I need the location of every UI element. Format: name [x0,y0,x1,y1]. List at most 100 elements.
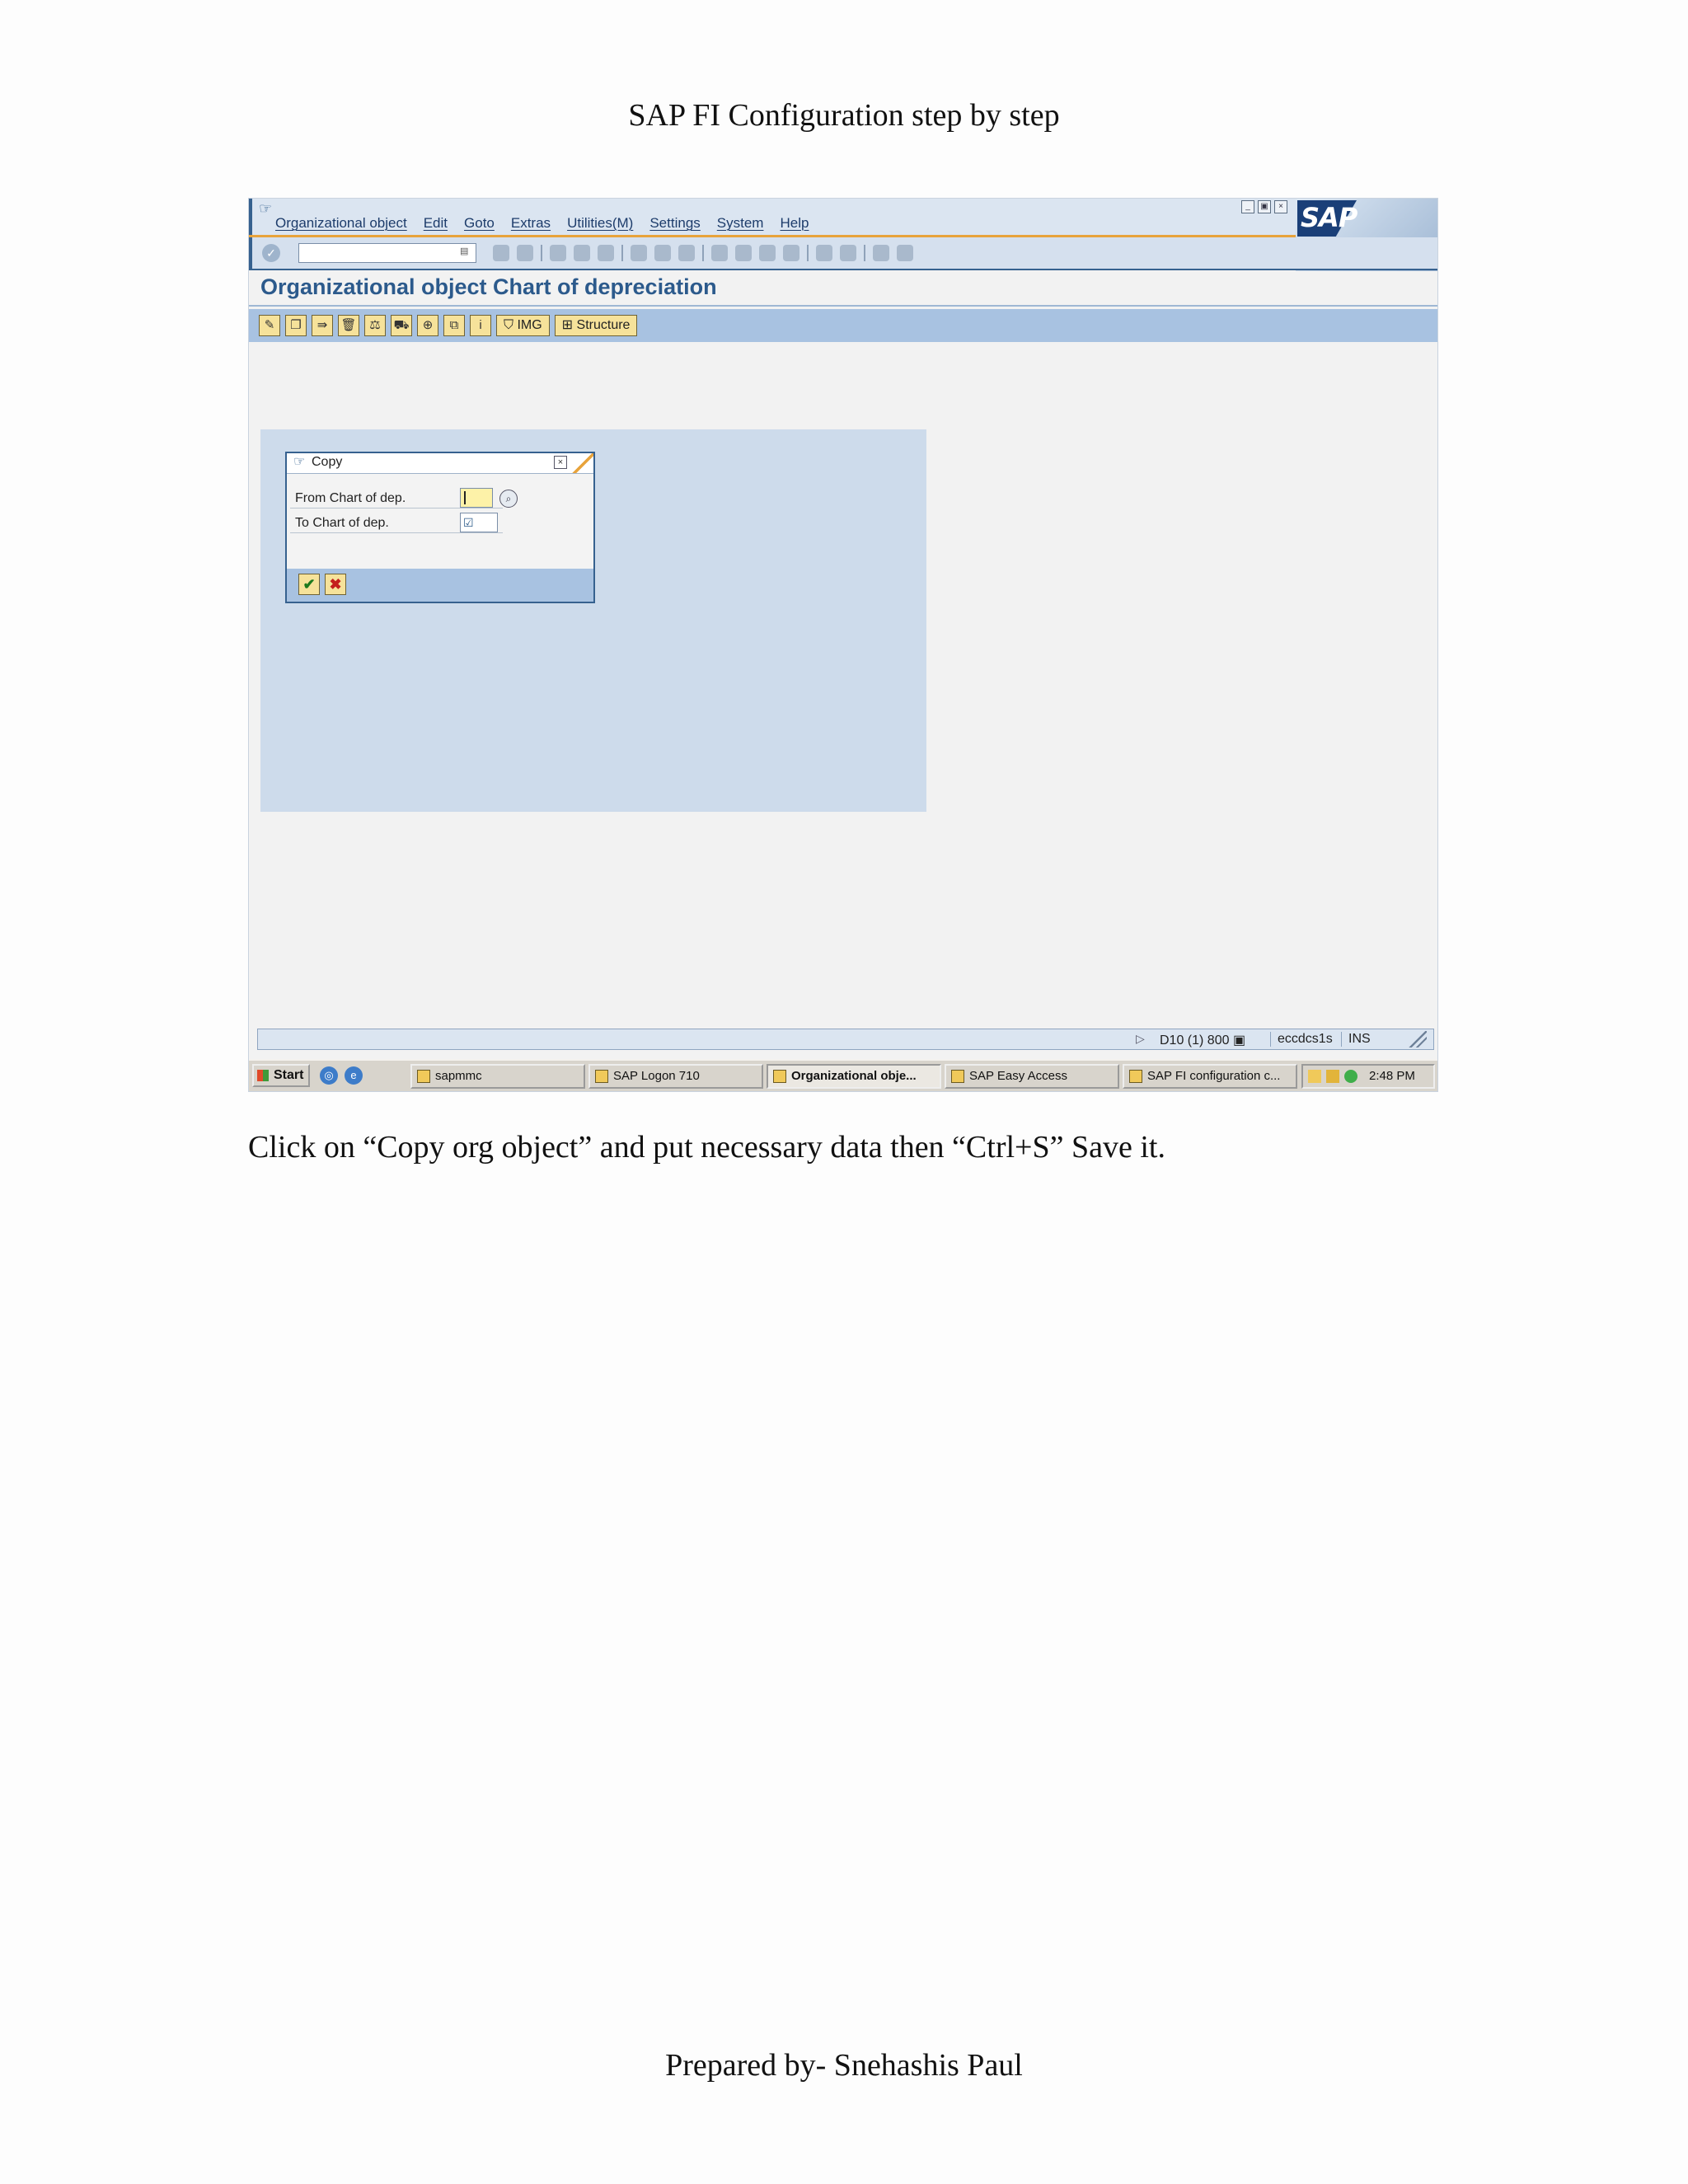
menu-goto[interactable]: Goto [464,215,495,232]
taskbar-item-sap-fi-configuration[interactable]: SAP FI configuration c... [1123,1064,1297,1089]
print-icon[interactable] [631,245,647,261]
confirm-icon[interactable]: ✔ [298,574,320,595]
document-footer: Prepared by- Snehashis Paul [665,2048,1023,2083]
img-button-label: IMG [517,318,542,332]
structure-button[interactable]: ⊞ Structure [554,315,638,336]
search-help-icon[interactable]: ⌕ [499,490,518,508]
menu-organizational-object[interactable]: Organizational object [275,215,407,232]
menu-extras[interactable]: Extras [511,215,551,232]
system-tray: 2:48 PM [1301,1064,1435,1089]
insert-mode: INS [1341,1032,1371,1047]
start-label: Start [274,1068,304,1082]
from-chart-label: From Chart of dep. [295,491,406,505]
dialog-icon: ☞ [293,455,306,469]
filter-icon: ⛉ [504,318,518,332]
copy-org-object-icon[interactable]: ⇛ [312,315,333,336]
taskbar-item-sap-easy-access[interactable]: SAP Easy Access [945,1064,1119,1089]
taskbar-item-label: SAP FI configuration c... [1147,1069,1281,1083]
internet-explorer-icon[interactable]: e [345,1066,363,1085]
edit-icon[interactable]: ✎ [259,315,280,336]
start-button[interactable]: Start [252,1064,310,1087]
layout-menu-icon[interactable] [897,245,913,261]
to-chart-input[interactable]: ☑ [460,513,498,532]
menu-settings[interactable]: Settings [649,215,700,232]
show-desktop-icon[interactable]: ◎ [320,1066,338,1085]
restore-icon[interactable]: ▣ [1258,200,1271,213]
target-icon[interactable]: ⊕ [417,315,438,336]
dialog-title-bar: ☞ Copy × [287,453,593,474]
sap-tray-icon[interactable] [1308,1070,1321,1083]
new-session-icon[interactable] [816,245,832,261]
status-tray-icon[interactable] [1344,1070,1357,1083]
info-icon[interactable]: i [470,315,491,336]
save-icon[interactable] [493,245,509,261]
taskbar-item-icon [773,1070,786,1083]
menu-utilities[interactable]: Utilities(M) [567,215,633,232]
warning-tray-icon[interactable] [1326,1070,1339,1083]
copy-dialog: ☞ Copy × From Chart of dep. ⌕ To Chart o… [285,452,595,603]
system-info-text: D10 (1) 800 [1160,1033,1230,1047]
check-consistency-icon[interactable]: ⚖ [364,315,386,336]
structure-button-label: Structure [576,318,631,332]
from-chart-input[interactable] [460,488,493,508]
minimize-icon[interactable]: _ [1241,200,1254,213]
help-icon[interactable] [873,245,889,261]
taskbar-item-sapmmc[interactable]: sapmmc [410,1064,585,1089]
taskbar-item-icon [1129,1070,1142,1083]
sap-logo-text: SAP [1301,202,1357,233]
menu-edit[interactable]: Edit [424,215,448,232]
delete-icon[interactable]: 🗑 [338,315,359,336]
command-field[interactable] [298,243,476,263]
first-page-icon[interactable] [711,245,728,261]
where-used-icon[interactable]: ⧉ [443,315,465,336]
taskbar-item-label: SAP Easy Access [969,1069,1067,1083]
system-info-icon[interactable]: ▣ [1233,1033,1245,1047]
toolbar-separator [621,245,623,261]
dialog-title: Copy [312,455,343,469]
heading-divider [249,305,1437,307]
back-icon[interactable] [517,245,533,261]
cancel-icon[interactable] [574,245,590,261]
instruction-caption: Click on “Copy org object” and put neces… [248,1130,1165,1165]
close-icon[interactable] [598,245,614,261]
window-controls: _ ▣ × [1241,200,1287,213]
status-expand-icon[interactable]: ▷ [1136,1032,1145,1046]
taskbar-item-icon [417,1070,430,1083]
cancel-dialog-icon[interactable]: ✖ [325,574,346,595]
system-toolbar: ✓ ▤ [249,237,1437,270]
document-title: SAP FI Configuration step by step [628,98,1060,133]
taskbar-item-organizational-object[interactable]: Organizational obje... [767,1064,941,1089]
toolbar-separator [702,245,704,261]
sap-title-bar: ☞ Organizational object Edit Goto Extras… [249,199,1437,237]
window-menu-icon[interactable]: ☞ [259,200,272,218]
resize-grip-icon[interactable] [1404,1031,1427,1047]
next-page-icon[interactable] [759,245,776,261]
command-history-icon[interactable]: ▤ [460,246,468,256]
exit-icon[interactable] [550,245,566,261]
find-icon[interactable] [654,245,671,261]
system-info: D10 (1) 800 ▣ [1160,1032,1245,1048]
to-chart-label: To Chart of dep. [295,516,389,530]
taskbar-item-sap-logon[interactable]: SAP Logon 710 [588,1064,763,1089]
copy-icon[interactable]: ❐ [285,315,307,336]
transport-icon[interactable]: ⛟ [391,315,412,336]
menu-help[interactable]: Help [780,215,809,232]
enter-icon[interactable]: ✓ [262,244,280,262]
dialog-corner-accent [570,453,593,473]
required-field-icon: ☑ [463,516,474,529]
close-window-icon[interactable]: × [1274,200,1287,213]
structure-icon: ⊞ [561,318,577,332]
text-cursor [464,491,466,504]
find-next-icon[interactable] [678,245,695,261]
menu-system[interactable]: System [717,215,764,232]
sap-menu-bar: Organizational object Edit Goto Extras U… [275,215,809,232]
page-title: Organizational object Chart of depreciat… [260,274,717,299]
img-button[interactable]: ⛉ IMG [496,315,550,336]
sap-screenshot: ☞ Organizational object Edit Goto Extras… [248,198,1438,1092]
dialog-close-icon[interactable]: × [554,456,567,469]
previous-page-icon[interactable] [735,245,752,261]
application-toolbar-buttons: ✎ ❐ ⇛ 🗑 ⚖ ⛟ ⊕ ⧉ i ⛉ IMG ⊞ Structure [259,315,638,336]
server-name: eccdcs1s [1270,1032,1333,1047]
last-page-icon[interactable] [783,245,799,261]
shortcut-icon[interactable] [840,245,856,261]
